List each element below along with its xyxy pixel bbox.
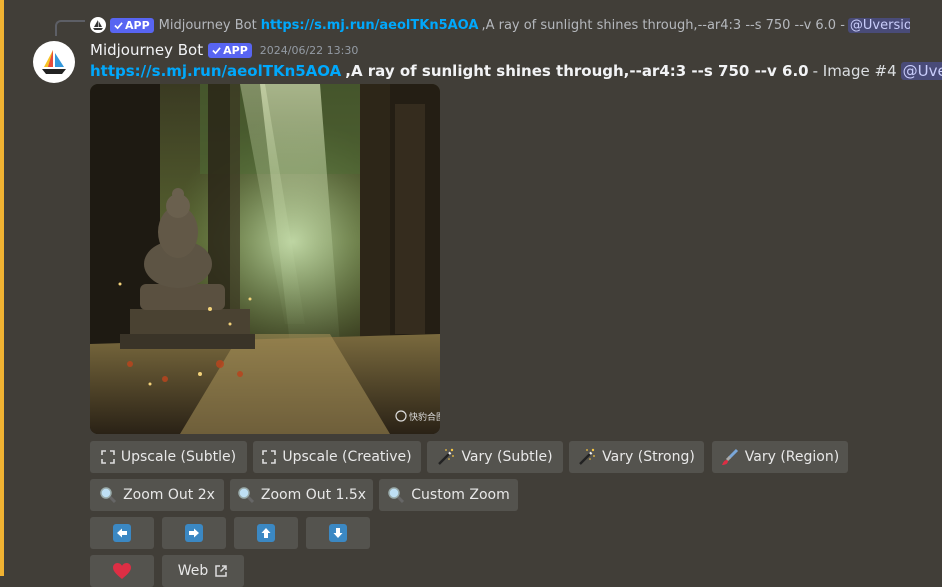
vary-region-label: Vary (Region)	[744, 449, 840, 465]
prompt-text: ,A ray of sunlight shines through,--ar4:…	[345, 62, 809, 80]
check-icon	[114, 21, 123, 29]
arrow-down-icon	[329, 524, 347, 542]
reply-mention[interactable]: @Uversion...	[847, 17, 910, 33]
app-badge: APP	[208, 42, 252, 58]
magnifier-icon	[99, 486, 117, 504]
magnifier-icon	[237, 486, 255, 504]
midjourney-sailboat-icon	[42, 50, 66, 74]
author-name[interactable]: Midjourney Bot	[90, 41, 203, 59]
zoom-out-1-5x-button[interactable]: Zoom Out 1.5x	[230, 479, 373, 511]
magic-wand-icon	[437, 448, 455, 466]
paintbrush-icon	[721, 448, 739, 466]
arrow-left-icon	[113, 524, 131, 542]
message-content: https://s.mj.run/aeolTKn5AOA ,A ray of s…	[90, 60, 942, 82]
reply-prompt: ,A ray of sunlight shines through,--ar4:…	[481, 17, 845, 33]
reply-author[interactable]: Midjourney Bot	[159, 18, 257, 33]
magic-wand-icon	[578, 448, 596, 466]
bot-avatar[interactable]	[33, 41, 75, 83]
vary-subtle-label: Vary (Subtle)	[461, 449, 553, 465]
upscale-creative-button[interactable]: Upscale (Creative)	[253, 441, 421, 473]
reply-app-badge: APP	[110, 17, 154, 33]
pan-left-button[interactable]	[90, 517, 154, 549]
pan-up-button[interactable]	[234, 517, 298, 549]
sailboat-icon	[93, 20, 103, 30]
upscale-creative-label: Upscale (Creative)	[282, 449, 412, 465]
vary-strong-button[interactable]: Vary (Strong)	[569, 441, 704, 473]
favorite-button[interactable]	[90, 555, 154, 587]
expand-icon	[101, 450, 115, 464]
vary-subtle-button[interactable]: Vary (Subtle)	[427, 441, 563, 473]
prompt-link[interactable]: https://s.mj.run/aeolTKn5AOA	[90, 62, 341, 80]
web-link-button[interactable]: Web	[162, 555, 244, 587]
reply-reference[interactable]: APP Midjourney Bot https://s.mj.run/aeol…	[90, 15, 910, 35]
pan-down-button[interactable]	[306, 517, 370, 549]
upscale-subtle-label: Upscale (Subtle)	[120, 449, 237, 465]
timestamp: 2024/06/22 13:30	[259, 43, 359, 57]
pan-right-button[interactable]	[162, 517, 226, 549]
user-mention[interactable]: @Uversion	[900, 62, 942, 80]
reply-app-badge-label: APP	[125, 18, 150, 32]
message-highlight-bar	[0, 0, 4, 576]
image-watermark: 快豹合图	[409, 411, 440, 423]
reply-link[interactable]: https://s.mj.run/aeolTKn5AOA	[261, 18, 479, 33]
check-icon	[212, 46, 221, 54]
heart-icon	[112, 562, 132, 580]
web-label: Web	[177, 563, 209, 579]
magnifier-icon	[387, 486, 405, 504]
generated-image[interactable]: 快豹合图	[90, 84, 440, 434]
app-badge-label: APP	[223, 43, 248, 57]
expand-icon	[262, 450, 277, 464]
vary-strong-label: Vary (Strong)	[602, 449, 695, 465]
arrow-right-icon	[185, 524, 203, 542]
upscale-subtle-button[interactable]: Upscale (Subtle)	[90, 441, 247, 473]
reply-avatar	[90, 17, 106, 33]
message-header: Midjourney Bot APP 2024/06/22 13:30	[90, 39, 358, 61]
zoom-out-1-5x-label: Zoom Out 1.5x	[260, 487, 367, 503]
custom-zoom-button[interactable]: Custom Zoom	[379, 479, 518, 511]
zoom-out-2x-button[interactable]: Zoom Out 2x	[90, 479, 224, 511]
zoom-out-2x-label: Zoom Out 2x	[123, 487, 215, 503]
image-number: - Image #4	[812, 62, 897, 80]
reply-connector-line	[55, 20, 85, 36]
custom-zoom-label: Custom Zoom	[411, 487, 510, 503]
arrow-up-icon	[257, 524, 275, 542]
vary-region-button[interactable]: Vary (Region)	[712, 441, 848, 473]
